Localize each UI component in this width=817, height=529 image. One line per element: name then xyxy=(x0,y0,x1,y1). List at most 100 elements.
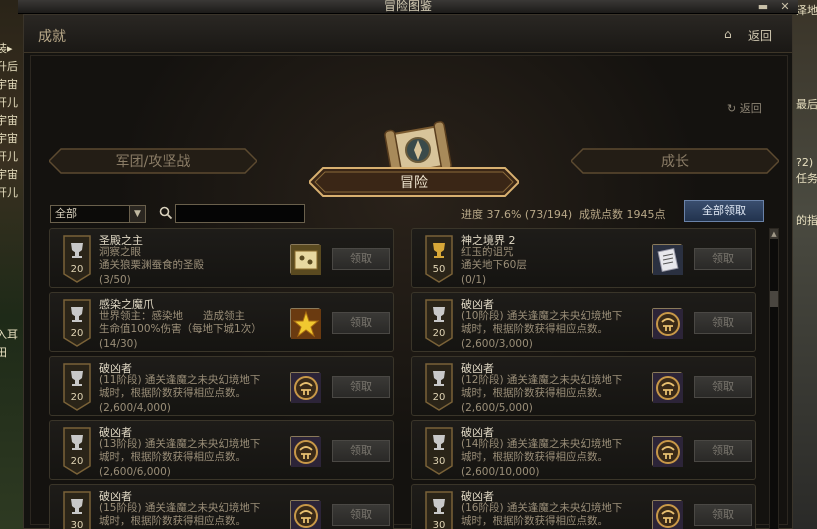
silver-trophy-icon xyxy=(62,362,92,412)
achievement-points-value: 20 xyxy=(70,328,84,339)
achievement-content: ↻ 返回 军团/攻坚战 成长 冒险 全部 ▼ 进度 37.6% (73/194)… xyxy=(30,55,788,529)
achievement-card: 50 神之境界 2 红玉的诅咒 通关地下60层 (0/1) 领取 xyxy=(411,228,756,288)
silver-trophy-icon xyxy=(62,234,92,284)
gold-trophy-icon xyxy=(424,234,454,284)
achievement-points-value: 20 xyxy=(70,456,84,467)
search-icon[interactable] xyxy=(159,206,173,220)
achievement-points-value: 20 xyxy=(70,392,84,403)
background-text: 任务 xyxy=(796,172,817,185)
claim-all-button[interactable]: 全部领取 xyxy=(684,200,764,222)
achievement-card: 30破凶者(16阶段) 通关逢魔之未央幻境地下 城时，根据阶数获得相应点数。(2… xyxy=(411,484,756,529)
claim-button[interactable]: 领取 xyxy=(332,248,390,270)
chevron-down-icon[interactable]: ▼ xyxy=(129,206,145,222)
claim-button[interactable]: 领取 xyxy=(694,440,752,462)
window-title-bar[interactable]: 冒险图鉴 ▬ ✕ xyxy=(18,0,798,14)
tab-adventure[interactable]: 冒险 xyxy=(309,166,519,198)
demon-emblem-icon[interactable] xyxy=(290,436,321,467)
background-text: 开儿 xyxy=(0,96,18,109)
claim-button[interactable]: 领取 xyxy=(332,312,390,334)
achievement-progress: (2,600/5,000) xyxy=(461,402,533,414)
background-text: 开儿 xyxy=(0,150,18,163)
background-text: 装▸ xyxy=(0,42,13,55)
background-text: 开儿 xyxy=(0,186,18,199)
demon-emblem-icon[interactable] xyxy=(290,372,321,403)
achievement-progress: (2,600/3,000) xyxy=(461,338,533,350)
demon-emblem-icon[interactable] xyxy=(652,436,683,467)
minimize-icon[interactable]: ▬ xyxy=(756,0,770,13)
window-header: 成就 ⌂ 返回 xyxy=(24,15,792,53)
background-text: 宇宙 xyxy=(0,132,18,145)
achievement-progress: (14/30) xyxy=(99,338,138,350)
achievement-progress: (2,600/4,000) xyxy=(99,402,171,414)
map-fragment-icon[interactable] xyxy=(290,244,321,275)
achievement-points-value: 20 xyxy=(432,392,446,403)
achievement-progress: (2,600/10,000) xyxy=(461,466,540,478)
claim-button[interactable]: 领取 xyxy=(332,440,390,462)
scroll-card-icon[interactable] xyxy=(652,244,683,275)
tab-legion-raid-label: 军团/攻坚战 xyxy=(115,154,191,170)
achievement-card: 30 破凶者 (14阶段) 通关逢魔之未央幻境地下 城时，根据阶数获得相应点数。 (2… xyxy=(411,420,756,480)
achievement-card: 20 破凶者 (10阶段) 通关逢魔之未央幻境地下 城时，根据阶数获得相应点数。 (2… xyxy=(411,292,756,352)
achievement-description: (15阶段) 通关逢魔之未央幻境地下 城时，根据阶数获得相应点数。 xyxy=(99,502,261,527)
background-text: ?2) xyxy=(796,156,814,169)
scrollbar[interactable]: ▲ ▼ xyxy=(769,228,779,529)
achievement-points-value: 30 xyxy=(432,520,446,529)
achievement-points-value: 20 xyxy=(70,264,84,275)
tab-adventure-label: 冒险 xyxy=(400,175,428,191)
achievement-description: (11阶段) 通关逢魔之未央幻境地下 城时，根据阶数获得相应点数。 xyxy=(99,374,261,399)
progress-text: 进度 37.6% (73/194) xyxy=(461,208,573,221)
silver-trophy-icon xyxy=(424,426,454,476)
tab-growth[interactable]: 成长 xyxy=(571,148,779,174)
background-text: 宇宙 xyxy=(0,114,18,127)
claim-button[interactable]: 领取 xyxy=(694,504,752,526)
achievement-description: (12阶段) 通关逢魔之未央幻境地下 城时，根据阶数获得相应点数。 xyxy=(461,374,623,399)
achievement-card: 30破凶者(15阶段) 通关逢魔之未央幻境地下 城时，根据阶数获得相应点数。(2… xyxy=(49,484,394,529)
demon-emblem-icon[interactable] xyxy=(652,372,683,403)
achievement-card: 20 破凶者 (11阶段) 通关逢魔之未央幻境地下 城时，根据阶数获得相应点数。 (2… xyxy=(49,356,394,416)
scroll-thumb[interactable] xyxy=(770,291,778,307)
background-text: 的指 xyxy=(796,214,817,227)
achievement-progress: (0/1) xyxy=(461,274,487,286)
background-text: 宇宙 xyxy=(0,78,18,91)
achievement-points-value: 20 xyxy=(432,328,446,339)
close-icon[interactable]: ✕ xyxy=(778,0,792,13)
category-select[interactable]: 全部 ▼ xyxy=(50,205,146,223)
return-arrow-icon: ↻ xyxy=(727,102,737,115)
category-select-value: 全部 xyxy=(55,207,77,220)
tab-legion-raid[interactable]: 军团/攻坚战 xyxy=(49,148,257,174)
achievement-description: (14阶段) 通关逢魔之未央幻境地下 城时，根据阶数获得相应点数。 xyxy=(461,438,623,463)
claim-button[interactable]: 领取 xyxy=(694,248,752,270)
achievement-description: 世界领主：感染地 造成领主 生命值100%伤害（每地下城1次） xyxy=(99,310,262,335)
scroll-up-arrow-icon[interactable]: ▲ xyxy=(770,229,778,239)
page-title: 成就 xyxy=(38,29,66,45)
achievement-description: (16阶段) 通关逢魔之未央幻境地下 城时，根据阶数获得相应点数。 xyxy=(461,502,623,527)
achievement-card: 20 破凶者 (13阶段) 通关逢魔之未央幻境地下 城时，根据阶数获得相应点数。 (2… xyxy=(49,420,394,480)
achievement-points-value: 50 xyxy=(432,264,446,275)
claim-button[interactable]: 领取 xyxy=(332,376,390,398)
claim-button[interactable]: 领取 xyxy=(694,376,752,398)
home-icon[interactable]: ⌂ xyxy=(724,28,736,40)
secondary-back-button[interactable]: ↻ 返回 xyxy=(727,100,762,116)
tab-growth-label: 成长 xyxy=(661,154,689,170)
achievement-description: (13阶段) 通关逢魔之未央幻境地下 城时，根据阶数获得相应点数。 xyxy=(99,438,261,463)
achievement-card: 20 感染之魔爪 世界领主：感染地 造成领主 生命值100%伤害（每地下城1次） (1… xyxy=(49,292,394,352)
game-background-right xyxy=(793,0,817,529)
background-text: 宇宙 xyxy=(0,168,18,181)
secondary-back-label: 返回 xyxy=(739,102,762,115)
back-button[interactable]: 返回 xyxy=(748,27,772,44)
achievement-progress: (2,600/6,000) xyxy=(99,466,171,478)
silver-trophy-icon xyxy=(424,298,454,348)
demon-emblem-icon[interactable] xyxy=(652,308,683,339)
achievement-card: 20 破凶者 (12阶段) 通关逢魔之未央幻境地下 城时，根据阶数获得相应点数。 (2… xyxy=(411,356,756,416)
claim-button[interactable]: 领取 xyxy=(332,504,390,526)
achievement-description: 洞察之眼 通关狼栗渊蚕食的圣殿 xyxy=(99,246,204,271)
gold-star-icon[interactable] xyxy=(290,308,321,339)
claim-button[interactable]: 领取 xyxy=(694,312,752,334)
search-input[interactable] xyxy=(175,204,305,223)
achievement-points: 成就点数 1945点 xyxy=(579,208,666,221)
achievement-description: 红玉的诅咒 通关地下60层 xyxy=(461,246,527,271)
window-title: 冒险图鉴 xyxy=(383,0,432,13)
demon-emblem-icon[interactable] xyxy=(290,500,321,529)
background-text: 升后 xyxy=(0,60,18,73)
demon-emblem-icon[interactable] xyxy=(652,500,683,529)
